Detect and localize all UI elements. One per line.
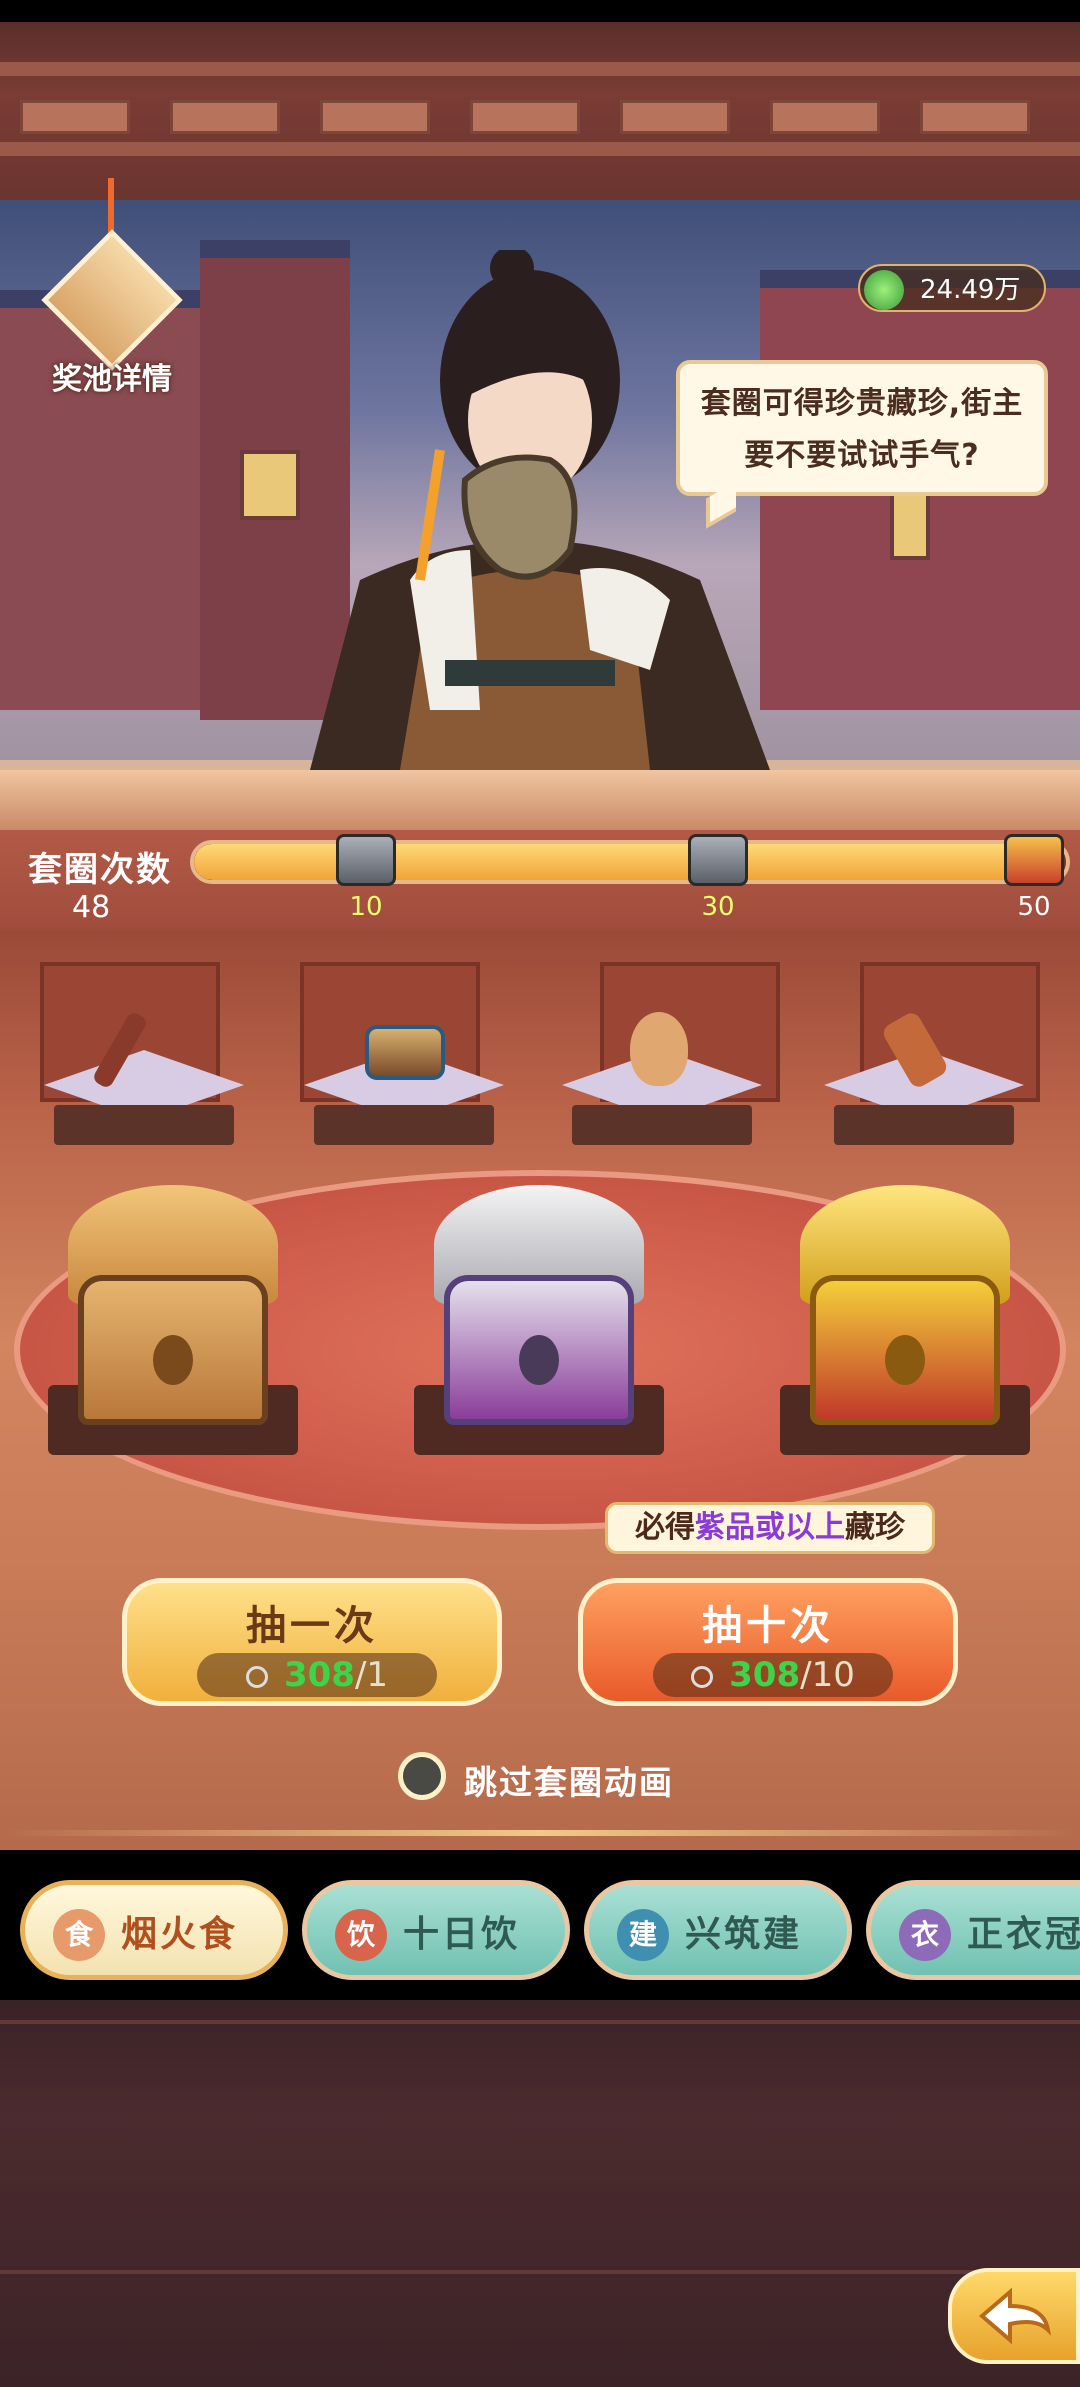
skip-animation-toggle[interactable]: 跳过套圈动画 bbox=[398, 1752, 698, 1802]
counter-shelf bbox=[0, 770, 1080, 830]
guarantee-prefix: 必得 bbox=[635, 1510, 695, 1545]
draw-one-required: /1 bbox=[354, 1655, 389, 1695]
drum-icon[interactable] bbox=[365, 1025, 445, 1080]
back-arrow-icon bbox=[978, 2287, 1052, 2345]
back-button[interactable] bbox=[948, 2268, 1080, 2364]
progress-bar bbox=[190, 840, 1070, 884]
milestone-label: 10 bbox=[349, 892, 383, 922]
ring-icon bbox=[691, 1665, 714, 1688]
draw-ten-required: /10 bbox=[800, 1655, 855, 1695]
guarantee-highlight: 紫品或以上 bbox=[695, 1510, 845, 1545]
skip-animation-radio[interactable] bbox=[398, 1752, 446, 1800]
guarantee-tag: 必得紫品或以上藏珍 bbox=[605, 1502, 935, 1554]
milestone-label: 50 bbox=[1017, 892, 1051, 922]
tab-food-label: 烟火食 bbox=[121, 1914, 239, 1955]
build-icon: 建 bbox=[617, 1909, 669, 1961]
roof-decoration bbox=[0, 22, 1080, 200]
bottom-panel bbox=[0, 2000, 1080, 2387]
clothing-icon: 衣 bbox=[899, 1909, 951, 1961]
tab-drink[interactable]: 饮 十日饮 bbox=[302, 1880, 570, 1980]
gift-icon bbox=[41, 229, 183, 371]
pool-details-label: 奖池详情 bbox=[52, 362, 172, 397]
ring-icon bbox=[245, 1665, 268, 1688]
drink-icon: 饮 bbox=[335, 1909, 387, 1961]
tab-clothing[interactable]: 衣 正衣冠 bbox=[866, 1880, 1080, 1980]
progress-fill bbox=[194, 844, 1032, 880]
tab-drink-label: 十日饮 bbox=[403, 1914, 521, 1955]
divider bbox=[0, 1830, 1080, 1836]
currency-amount: 24.49万 bbox=[920, 275, 1021, 305]
milestone-chest-icon[interactable] bbox=[336, 834, 396, 886]
silver-crane-chest[interactable] bbox=[414, 1185, 664, 1465]
tab-build[interactable]: 建 兴筑建 bbox=[584, 1880, 852, 1980]
tab-food[interactable]: 食 烟火食 bbox=[20, 1880, 288, 1980]
milestone-chest-icon[interactable] bbox=[1004, 834, 1064, 886]
draw-ten-button[interactable]: 抽十次 308/10 bbox=[578, 1578, 958, 1706]
milestone-chest-icon[interactable] bbox=[688, 834, 748, 886]
draw-one-button[interactable]: 抽一次 308/1 bbox=[122, 1578, 502, 1706]
prize-pedestal bbox=[44, 1050, 244, 1160]
bronze-crane-chest[interactable] bbox=[48, 1185, 298, 1465]
draw-one-label: 抽一次 bbox=[246, 1603, 378, 1649]
status-bar bbox=[0, 0, 1080, 22]
ocarina-icon[interactable] bbox=[630, 1012, 688, 1086]
category-tabs: 食 烟火食 饮 十日饮 建 兴筑建 衣 正衣冠 bbox=[0, 1880, 1080, 1980]
progress-label: 套圈次数 bbox=[28, 850, 172, 890]
draw-one-cost: 308/1 bbox=[197, 1653, 437, 1697]
skip-animation-label: 跳过套圈动画 bbox=[464, 1763, 674, 1802]
pool-details-button[interactable]: 奖池详情 bbox=[41, 229, 183, 405]
draw-one-owned: 308 bbox=[283, 1655, 355, 1695]
draw-ten-cost: 308/10 bbox=[653, 1653, 893, 1697]
draw-ten-owned: 308 bbox=[729, 1655, 801, 1695]
tab-build-label: 兴筑建 bbox=[685, 1914, 803, 1955]
progress-count: 48 bbox=[72, 890, 111, 925]
draw-ten-label: 抽十次 bbox=[702, 1603, 834, 1649]
coin-icon bbox=[864, 270, 904, 310]
gold-crane-chest[interactable] bbox=[780, 1185, 1030, 1465]
food-icon: 食 bbox=[53, 1909, 105, 1961]
guarantee-suffix: 藏珍 bbox=[845, 1510, 905, 1545]
currency-display[interactable]: 24.49万 bbox=[858, 264, 1046, 312]
tab-clothing-label: 正衣冠 bbox=[967, 1914, 1080, 1955]
npc-speech-bubble: 套圈可得珍贵藏珍,街主要不要试试手气? bbox=[676, 360, 1048, 529]
npc-speech-text: 套圈可得珍贵藏珍,街主要不要试试手气? bbox=[700, 386, 1024, 473]
milestone-label: 30 bbox=[701, 892, 735, 922]
